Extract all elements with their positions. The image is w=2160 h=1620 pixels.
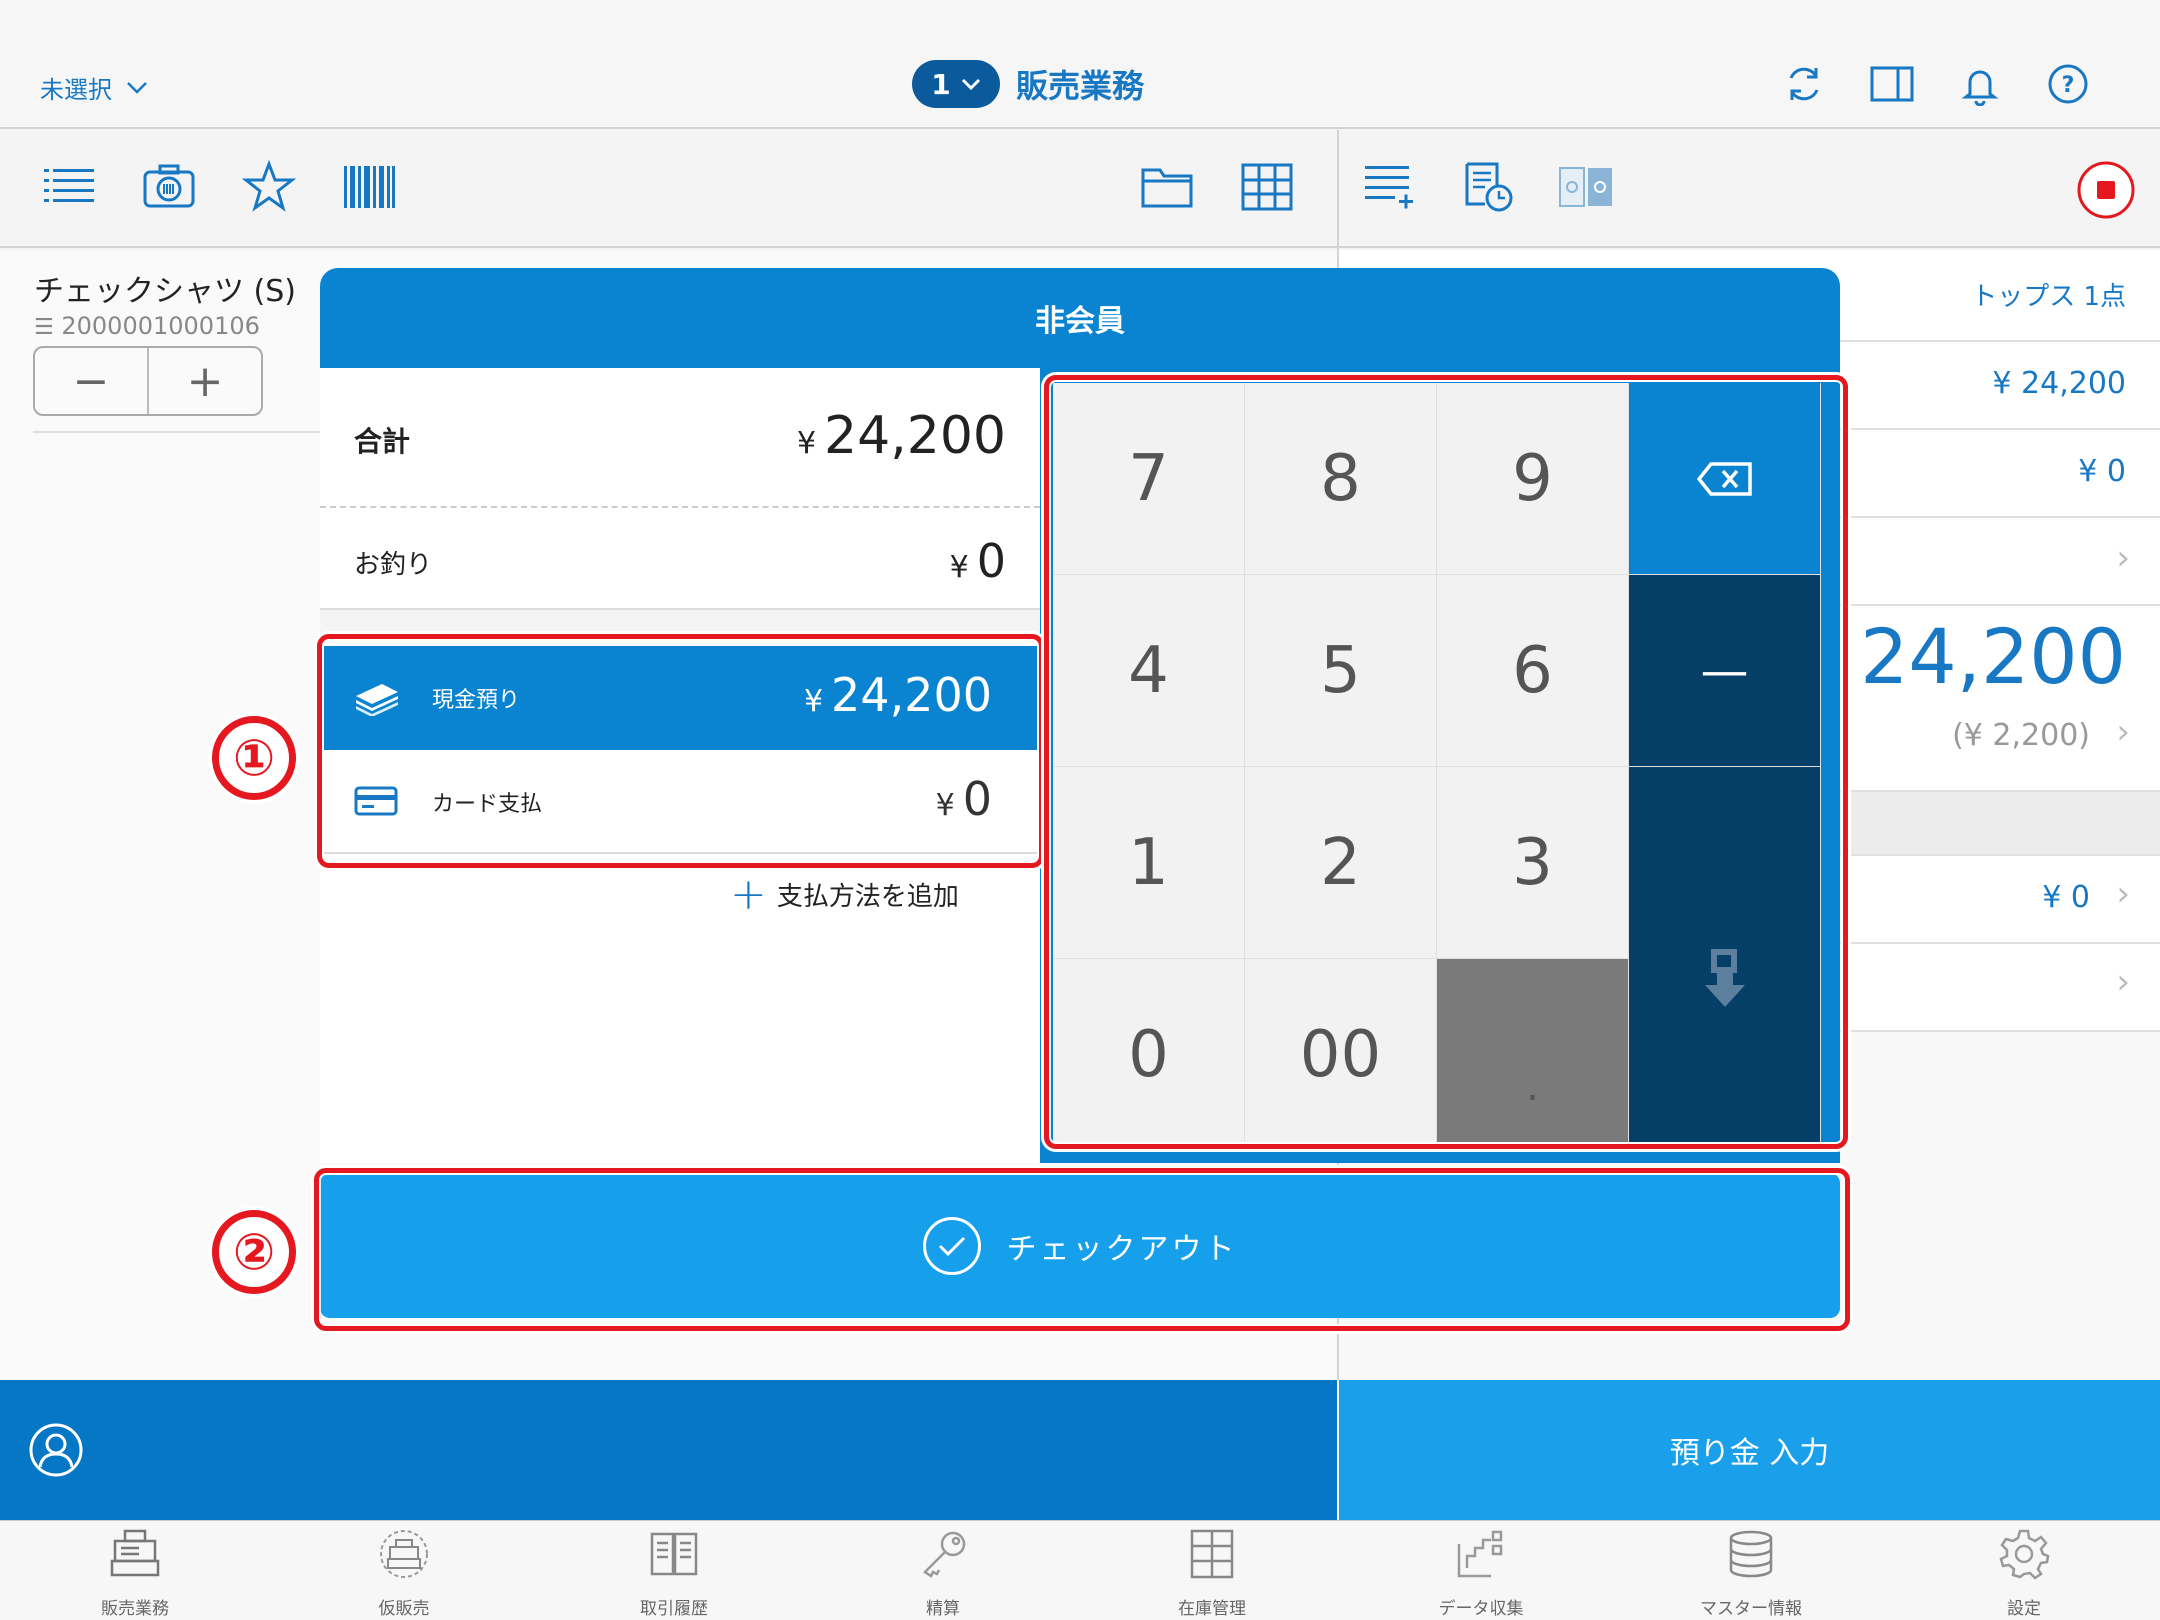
annotation-marker-1: ① — [212, 716, 296, 800]
item-code: ☰ 2000001000106 — [34, 312, 260, 340]
key-icon — [923, 1531, 966, 1578]
barcode-lines-icon: ☰ — [34, 315, 54, 340]
category-summary: トップス 1点 — [1971, 282, 2126, 312]
yen-symbol: ¥ — [796, 426, 817, 461]
annotation-marker-2: ② — [212, 1210, 296, 1294]
gear-icon — [1999, 1529, 2050, 1580]
stop-record-icon[interactable] — [2076, 160, 2136, 220]
item-code-text: 2000001000106 — [61, 312, 260, 340]
list-icon[interactable] — [42, 160, 96, 214]
check-tags-icon[interactable] — [1557, 160, 1619, 214]
barcode-icon[interactable] — [342, 160, 396, 214]
modal-header: 非会員 — [320, 268, 1840, 368]
quantity-stepper: − + — [33, 346, 263, 416]
tab-label: マスター情報 — [1700, 1599, 1802, 1619]
page-title: 販売業務 — [1016, 67, 1145, 105]
total-value: 24,200 — [824, 406, 1006, 466]
tab-label: 精算 — [926, 1599, 960, 1619]
refresh-icon[interactable] — [1782, 62, 1826, 106]
tab-label: 販売業務 — [101, 1599, 169, 1619]
add-payment-label: 支払方法を追加 — [776, 882, 959, 912]
register-selector[interactable]: 1 — [912, 60, 1000, 108]
item-name[interactable]: チェックシャツ (S) — [34, 266, 296, 310]
left-toolbar — [0, 130, 1337, 248]
yen-symbol: ¥ — [949, 550, 969, 585]
change-value-wrap: ¥0 — [950, 534, 1006, 588]
chevron-right-icon: › — [2116, 962, 2130, 1002]
chevron-right-icon: › — [2116, 874, 2130, 914]
inventory-icon — [1190, 1529, 1234, 1579]
temp-sale-icon — [380, 1530, 428, 1578]
tax-amount: (¥ 2,200) — [1952, 718, 2090, 753]
deposit-input-label: 預り金 入力 — [1669, 1436, 1830, 1471]
annotation-box-checkout — [314, 1168, 1850, 1331]
customer-avatar-icon[interactable] — [28, 1422, 84, 1478]
change-row: お釣り ¥0 — [320, 508, 1040, 610]
receipt-clock-icon[interactable] — [1463, 160, 1517, 214]
deposit-input-button[interactable]: 預り金 入力 — [1339, 1380, 2160, 1520]
chevron-right-icon: › — [2116, 538, 2130, 578]
store-select-label: 未選択 — [40, 76, 112, 104]
chevron-down-icon — [961, 78, 980, 90]
total-value-wrap: ¥24,200 — [797, 406, 1006, 466]
tab-label: 設定 — [2007, 1599, 2041, 1619]
star-icon[interactable] — [242, 160, 296, 214]
modal-title: 非会員 — [1035, 304, 1125, 339]
bell-icon[interactable] — [1958, 62, 2002, 106]
folder-icon[interactable] — [1140, 160, 1194, 214]
total-label: 合計 — [354, 425, 411, 458]
tab-label: 在庫管理 — [1178, 1599, 1246, 1619]
tab-inventory[interactable]: 在庫管理 — [1132, 1528, 1292, 1619]
svg-text:?: ? — [2062, 73, 2075, 98]
tab-label: 仮販売 — [378, 1599, 430, 1619]
grid-icon[interactable] — [1240, 160, 1294, 214]
tab-settings[interactable]: 設定 — [1944, 1528, 2104, 1619]
tab-label: 取引履歴 — [640, 1599, 708, 1619]
subtotal-amount: ¥ 24,200 — [1992, 366, 2126, 401]
change-value: 0 — [976, 534, 1006, 588]
help-icon[interactable]: ? — [2046, 62, 2090, 106]
plus-icon: + — [730, 868, 767, 920]
annotation-box-payments — [317, 634, 1044, 868]
split-view-icon[interactable] — [1870, 62, 1914, 106]
database-icon — [1729, 1530, 1773, 1578]
top-bar: 未選択 1 販売業務 ? — [0, 0, 2160, 129]
tab-master[interactable]: マスター情報 — [1671, 1528, 1831, 1619]
data-collect-icon — [1457, 1530, 1503, 1578]
increment-button[interactable]: + — [149, 348, 261, 414]
history-book-icon — [650, 1532, 698, 1576]
change-label: お釣り — [354, 550, 433, 580]
store-select[interactable]: 未選択 — [40, 70, 148, 105]
right-toolbar — [1339, 130, 2160, 248]
title-area: 1 販売業務 — [912, 60, 1144, 108]
tab-history[interactable]: 取引履歴 — [594, 1528, 754, 1619]
register-number: 1 — [931, 67, 951, 101]
add-list-icon[interactable] — [1363, 160, 1417, 214]
add-payment-button[interactable]: + 支払方法を追加 — [730, 868, 959, 920]
customer-bar — [0, 1380, 1337, 1520]
discount-amount: ¥ 0 — [2078, 454, 2126, 489]
tab-settlement[interactable]: 精算 — [863, 1528, 1023, 1619]
tab-sales[interactable]: 販売業務 — [55, 1528, 215, 1619]
chevron-right-icon: › — [2116, 712, 2130, 752]
annotation-box-keypad — [1044, 375, 1848, 1149]
decrement-button[interactable]: − — [35, 348, 149, 414]
camera-scan-icon[interactable] — [142, 160, 196, 214]
tab-data-collect[interactable]: データ収集 — [1401, 1528, 1561, 1619]
tab-label: データ収集 — [1438, 1599, 1524, 1619]
tab-temp-sale[interactable]: 仮販売 — [324, 1528, 484, 1619]
other-amount: ¥ 0 — [2042, 880, 2090, 915]
register-icon — [110, 1529, 160, 1577]
total-row: 合計 ¥24,200 — [320, 368, 1040, 508]
chevron-down-icon — [127, 81, 147, 94]
